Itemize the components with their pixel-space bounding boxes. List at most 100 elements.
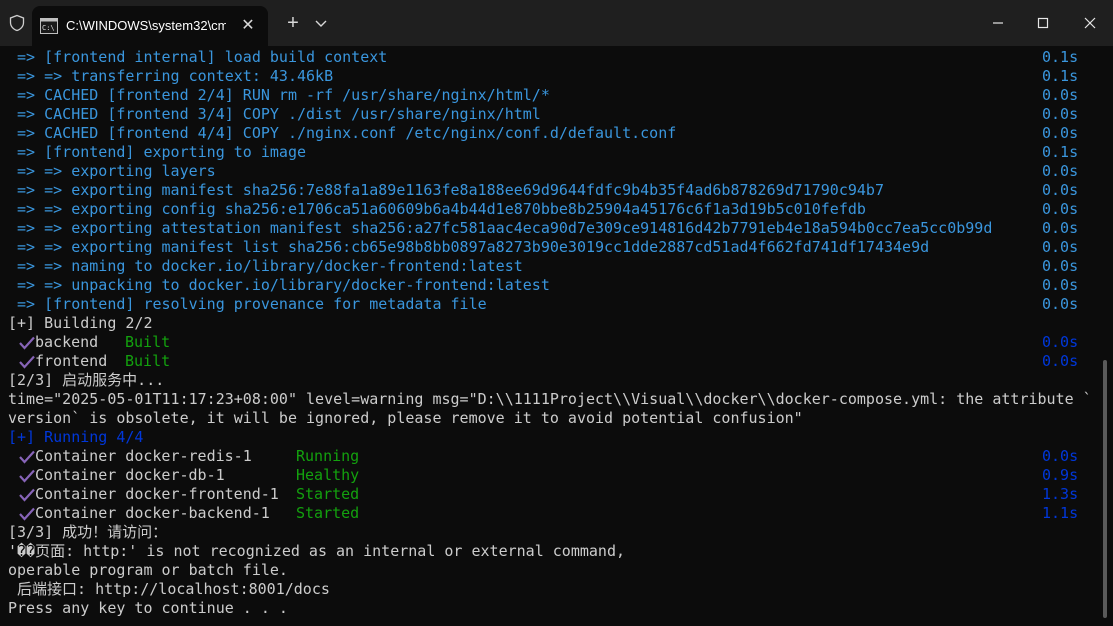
elapsed-time: 0.0s <box>1042 181 1079 199</box>
checkmark-icon <box>19 469 35 483</box>
terminal-line: operable program or batch file. <box>0 561 1100 580</box>
elapsed-time: 0.1s <box>1042 67 1079 85</box>
line-text: => CACHED [frontend 4/4] COPY ./nginx.co… <box>8 124 677 142</box>
status-text: Running <box>296 447 360 465</box>
elapsed-time: 0.0s <box>1042 86 1079 104</box>
terminal-line: => [frontend] exporting to image 0.1s <box>0 143 1100 162</box>
tab-cmd[interactable]: C:\ C:\WINDOWS\system32\cmd.e ✕ <box>32 6 268 46</box>
terminal-line: => => exporting attestation manifest sha… <box>0 219 1100 238</box>
line-text: => => naming to docker.io/library/docker… <box>8 257 523 275</box>
status-text: Started <box>296 504 360 522</box>
line-text: [3/3] 成功！请访问： <box>8 523 168 541</box>
terminal-line: => [frontend] resolving provenance for m… <box>0 295 1100 314</box>
line-text: => => transferring context: 43.46kB <box>8 67 334 85</box>
line-text: => => exporting manifest sha256:7e88fa1a… <box>8 181 884 199</box>
status-text: Built <box>125 333 171 351</box>
svg-text:C:\: C:\ <box>42 24 55 32</box>
terminal-line: => => exporting manifest sha256:7e88fa1a… <box>0 181 1100 200</box>
elapsed-time: 0.0s <box>1042 105 1079 123</box>
line-text: version` is obsolete, it will be ignored… <box>8 409 803 427</box>
terminal-line: '��页面: http:' is not recognized as an in… <box>0 542 1100 561</box>
terminal-line: => CACHED [frontend 4/4] COPY ./nginx.co… <box>0 124 1100 143</box>
terminal-line: 后端接口: http://localhost:8001/docs <box>0 580 1100 599</box>
elapsed-time: 0.0s <box>1042 219 1079 237</box>
terminal-line: backend Built 0.0s <box>0 333 1100 352</box>
terminal-line: Container docker-db-1 Healthy 0.9s <box>0 466 1100 485</box>
terminal-line: => CACHED [frontend 3/4] COPY ./dist /us… <box>0 105 1100 124</box>
terminal-line: [3/3] 成功！请访问： <box>0 523 1100 542</box>
line-text: 后端接口: http://localhost:8001/docs <box>8 580 330 598</box>
line-text: => => exporting config sha256:e1706ca51a… <box>8 200 866 218</box>
line-text: [+] Building 2/2 <box>8 314 153 332</box>
line-text: time="2025-05-01T11:17:23+08:00" level=w… <box>8 390 1092 408</box>
elapsed-time: 0.0s <box>1042 238 1079 256</box>
new-tab-button[interactable]: + <box>282 12 304 34</box>
elapsed-time: 0.0s <box>1042 295 1079 313</box>
terminal-line: => => unpacking to docker.io/library/doc… <box>0 276 1100 295</box>
task-name: Container docker-frontend-1 <box>35 485 279 503</box>
terminal-line: Container docker-backend-1 Started 1.1s <box>0 504 1100 523</box>
checkmark-icon <box>19 355 35 369</box>
terminal-line: => => exporting layers 0.0s <box>0 162 1100 181</box>
tab-close-button[interactable]: ✕ <box>238 16 258 36</box>
terminal-output[interactable]: => [frontend internal] load build contex… <box>0 48 1100 626</box>
terminal-line: Press any key to continue . . . <box>0 599 1100 618</box>
elapsed-time: 0.0s <box>1042 200 1079 218</box>
line-text: [2/3] 启动服务中... <box>8 371 165 389</box>
terminal-line: time="2025-05-01T11:17:23+08:00" level=w… <box>0 390 1100 409</box>
checkmark-icon <box>19 507 35 521</box>
tab-title: C:\WINDOWS\system32\cmd.e <box>66 18 226 33</box>
elapsed-time: 0.1s <box>1042 143 1079 161</box>
checkmark-icon <box>19 450 35 464</box>
task-name: Container docker-redis-1 <box>35 447 252 465</box>
terminal-line: => CACHED [frontend 2/4] RUN rm -rf /usr… <box>0 86 1100 105</box>
close-window-button[interactable] <box>1077 10 1103 36</box>
maximize-button[interactable] <box>1030 10 1056 36</box>
task-name: frontend <box>35 352 108 370</box>
line-text: => => exporting attestation manifest sha… <box>8 219 993 237</box>
terminal-line: => => exporting config sha256:e1706ca51a… <box>0 200 1100 219</box>
line-text: => [frontend] exporting to image <box>8 143 307 161</box>
terminal-line: Container docker-redis-1 Running 0.0s <box>0 447 1100 466</box>
elapsed-time: 0.1s <box>1042 48 1079 66</box>
terminal-line: [+] Building 2/2 <box>0 314 1100 333</box>
terminal-line: => => transferring context: 43.46kB 0.1s <box>0 67 1100 86</box>
line-text: => CACHED [frontend 2/4] RUN rm -rf /usr… <box>8 86 550 104</box>
elapsed-time: 0.0s <box>1042 276 1079 294</box>
line-text: '��页面: http:' is not recognized as an in… <box>8 542 625 560</box>
elapsed-time: 0.0s <box>1042 447 1079 465</box>
terminal-window: C:\ C:\WINDOWS\system32\cmd.e ✕ + => [fr… <box>0 0 1113 626</box>
task-name: Container docker-db-1 <box>35 466 225 484</box>
line-text: Press any key to continue . . . <box>8 599 288 617</box>
task-name: backend <box>35 333 99 351</box>
line-text: => => exporting manifest list sha256:cb6… <box>8 238 930 256</box>
line-text: => => exporting layers <box>8 162 216 180</box>
task-name: Container docker-backend-1 <box>35 504 270 522</box>
line-text: => CACHED [frontend 3/4] COPY ./dist /us… <box>8 105 541 123</box>
shield-icon[interactable] <box>8 14 26 32</box>
line-text: => [frontend] resolving provenance for m… <box>8 295 487 313</box>
line-text: [+] Running 4/4 <box>8 428 144 446</box>
elapsed-time: 0.0s <box>1042 124 1079 142</box>
status-text: Started <box>296 485 360 503</box>
terminal-line: => => naming to docker.io/library/docker… <box>0 257 1100 276</box>
scrollbar[interactable] <box>1103 360 1107 618</box>
terminal-line: frontend Built 0.0s <box>0 352 1100 371</box>
terminal-line: [+] Running 4/4 <box>0 428 1100 447</box>
terminal-line: => => exporting manifest list sha256:cb6… <box>0 238 1100 257</box>
chevron-down-icon[interactable] <box>312 14 330 32</box>
checkmark-icon <box>19 488 35 502</box>
terminal-line: => [frontend internal] load build contex… <box>0 48 1100 67</box>
elapsed-time: 1.1s <box>1042 504 1079 522</box>
checkmark-icon <box>19 336 35 350</box>
terminal-line: version` is obsolete, it will be ignored… <box>0 409 1100 428</box>
status-text: Healthy <box>296 466 360 484</box>
line-text: => => unpacking to docker.io/library/doc… <box>8 276 550 294</box>
terminal-line: [2/3] 启动服务中... <box>0 371 1100 390</box>
elapsed-time: 1.3s <box>1042 485 1079 503</box>
elapsed-time: 0.9s <box>1042 466 1079 484</box>
cmd-icon: C:\ <box>40 18 58 34</box>
minimize-button[interactable] <box>985 10 1011 36</box>
elapsed-time: 0.0s <box>1042 257 1079 275</box>
terminal-line: Container docker-frontend-1 Started 1.3s <box>0 485 1100 504</box>
